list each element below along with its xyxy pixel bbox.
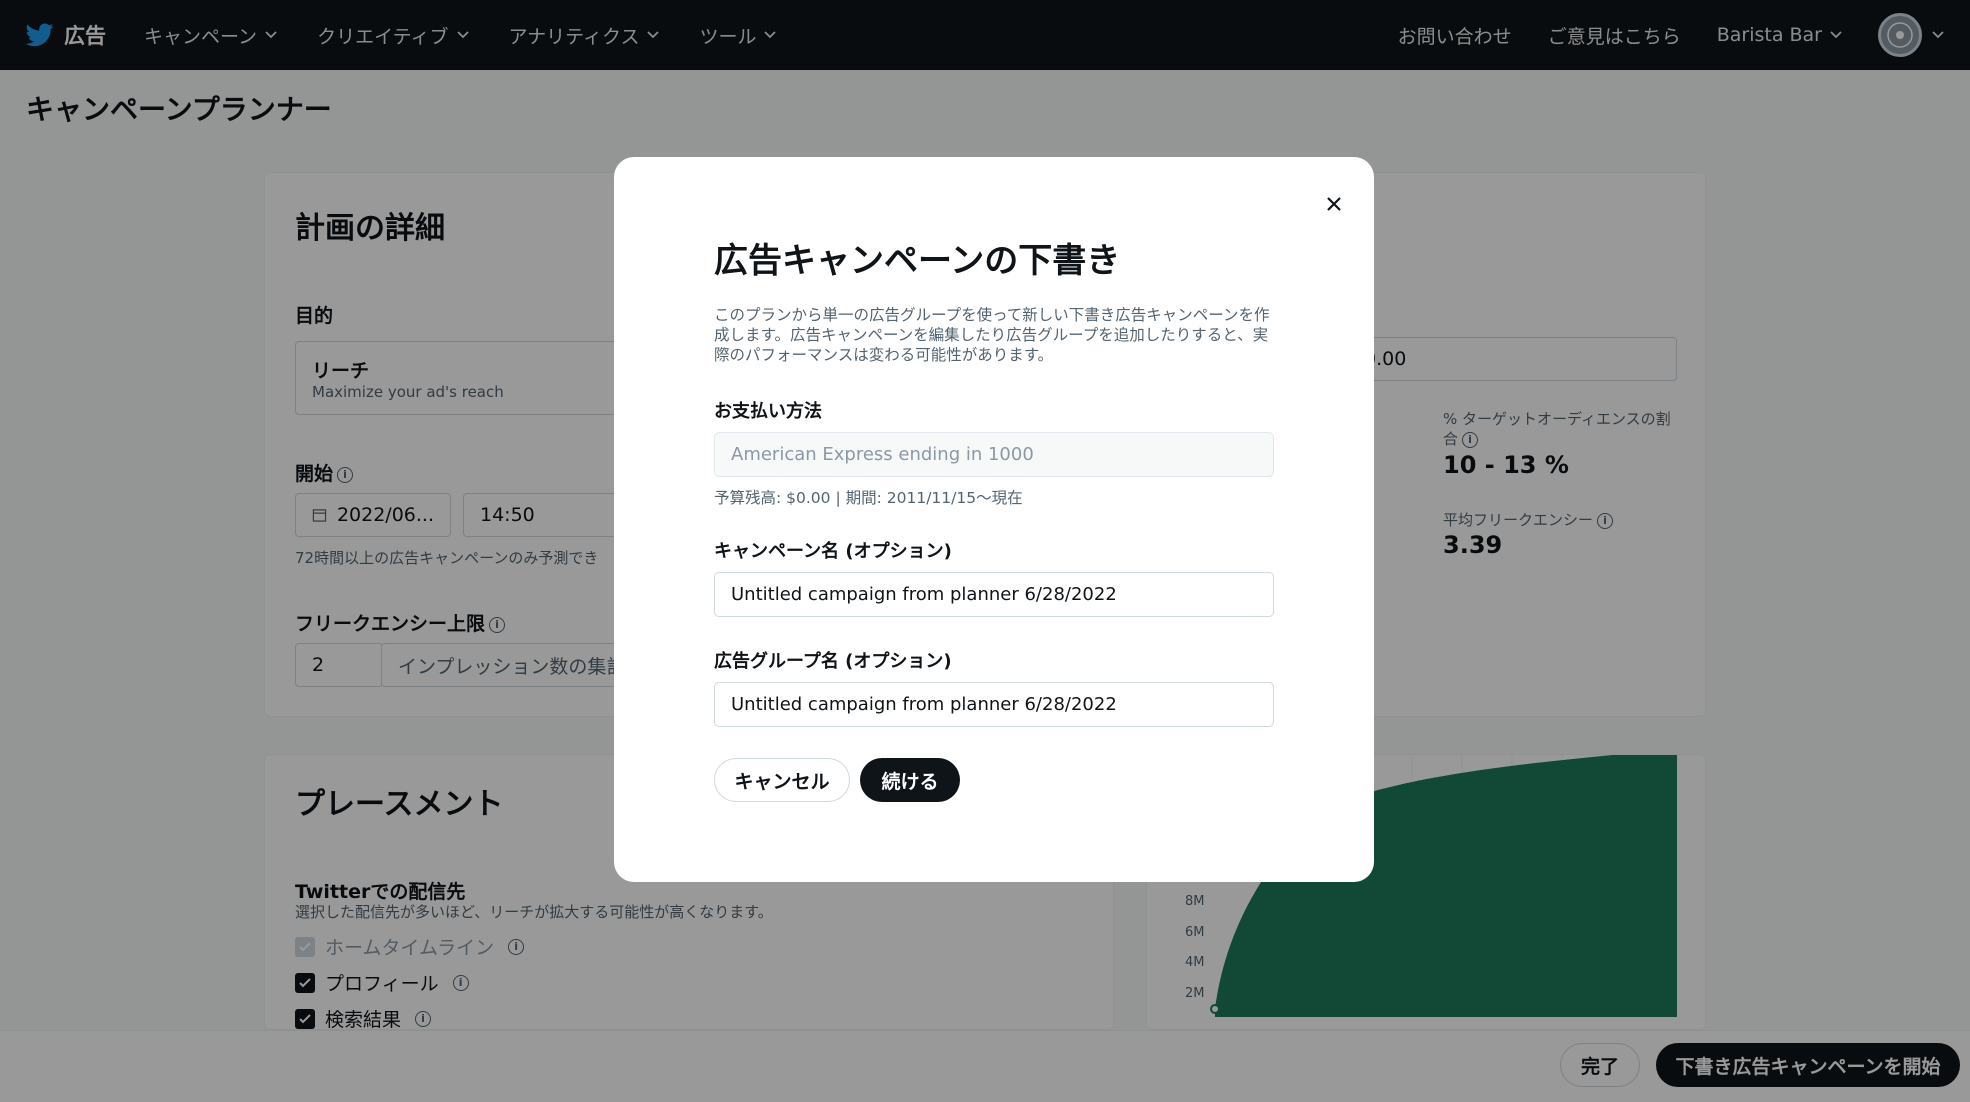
close-button[interactable]	[1319, 189, 1349, 219]
continue-button[interactable]: 続ける	[860, 758, 960, 802]
draft-campaign-dialog: 広告キャンペーンの下書き このプランから単一の広告グループを使って新しい下書き広…	[614, 157, 1374, 882]
campaign-name-input[interactable]	[714, 572, 1274, 617]
cancel-button[interactable]: キャンセル	[714, 758, 850, 802]
campaign-name-label: キャンペーン名 (オプション)	[714, 541, 952, 562]
dialog-description: このプランから単一の広告グループを使って新しい下書き広告キャンペーンを作成します…	[714, 306, 1270, 364]
dialog-title: 広告キャンペーンの下書き	[714, 241, 1121, 281]
payment-method-label: お支払い方法	[714, 401, 822, 422]
close-icon	[1327, 197, 1341, 211]
ad-group-name-label: 広告グループ名 (オプション)	[714, 651, 952, 672]
ad-group-name-input[interactable]	[714, 682, 1274, 727]
payment-method-field: American Express ending in 1000	[714, 432, 1274, 477]
payment-meta: 予算残高: $0.00 | 期間: 2011/11/15～現在	[714, 489, 1023, 507]
